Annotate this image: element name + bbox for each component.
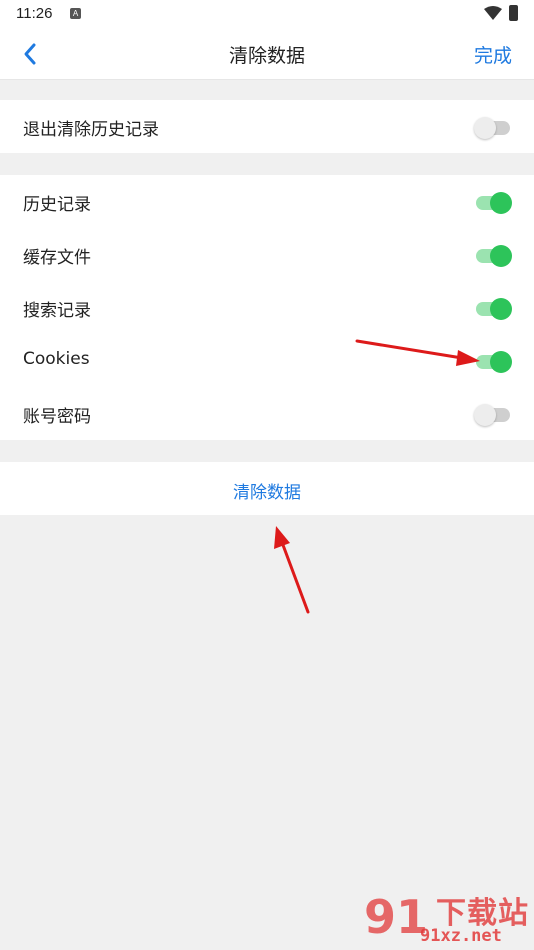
setting-label: 退出清除历史记录	[23, 120, 159, 140]
setting-label: 缓存文件	[23, 248, 91, 268]
wifi-icon	[484, 6, 502, 20]
done-button[interactable]: 完成	[474, 41, 512, 68]
exit-settings-section: 退出清除历史记录	[0, 100, 534, 153]
cache-toggle[interactable]	[474, 243, 514, 267]
exit-clear-toggle[interactable]	[474, 115, 514, 139]
setting-label: Cookies	[23, 349, 90, 369]
arrow-to-clear-button	[274, 526, 310, 614]
status-time: 11:26	[16, 5, 53, 22]
search-toggle[interactable]	[474, 296, 514, 320]
setting-label: 账号密码	[23, 407, 91, 427]
passwords-toggle[interactable]	[474, 402, 514, 426]
setting-row-exit-clear: 退出清除历史记录	[0, 100, 534, 153]
history-toggle[interactable]	[474, 190, 514, 214]
setting-label: 搜索记录	[23, 301, 91, 321]
status-bar: 11:26 A	[0, 0, 534, 28]
cookies-toggle[interactable]	[474, 349, 514, 373]
site-watermark: 91 下载站 91xz.net	[360, 888, 534, 950]
notification-icon: A	[70, 8, 81, 19]
setting-row-passwords: 账号密码	[0, 387, 534, 440]
page-title: 清除数据	[228, 45, 305, 67]
setting-label: 历史记录	[23, 195, 91, 215]
clear-data-section: 清除数据	[0, 462, 534, 515]
watermark-site: 91xz.net	[420, 926, 502, 946]
setting-row-cookies: Cookies	[0, 334, 534, 387]
setting-row-history: 历史记录	[0, 175, 534, 228]
clear-items-section: 历史记录 缓存文件 搜索记录 Cookies 账号密码	[0, 175, 534, 440]
nav-bar: 清除数据 完成	[0, 28, 534, 80]
watermark-logo: 91	[364, 890, 429, 944]
setting-row-cache: 缓存文件	[0, 228, 534, 281]
setting-row-search: 搜索记录	[0, 281, 534, 334]
battery-icon	[509, 5, 518, 21]
clear-data-button[interactable]: 清除数据	[0, 478, 534, 503]
